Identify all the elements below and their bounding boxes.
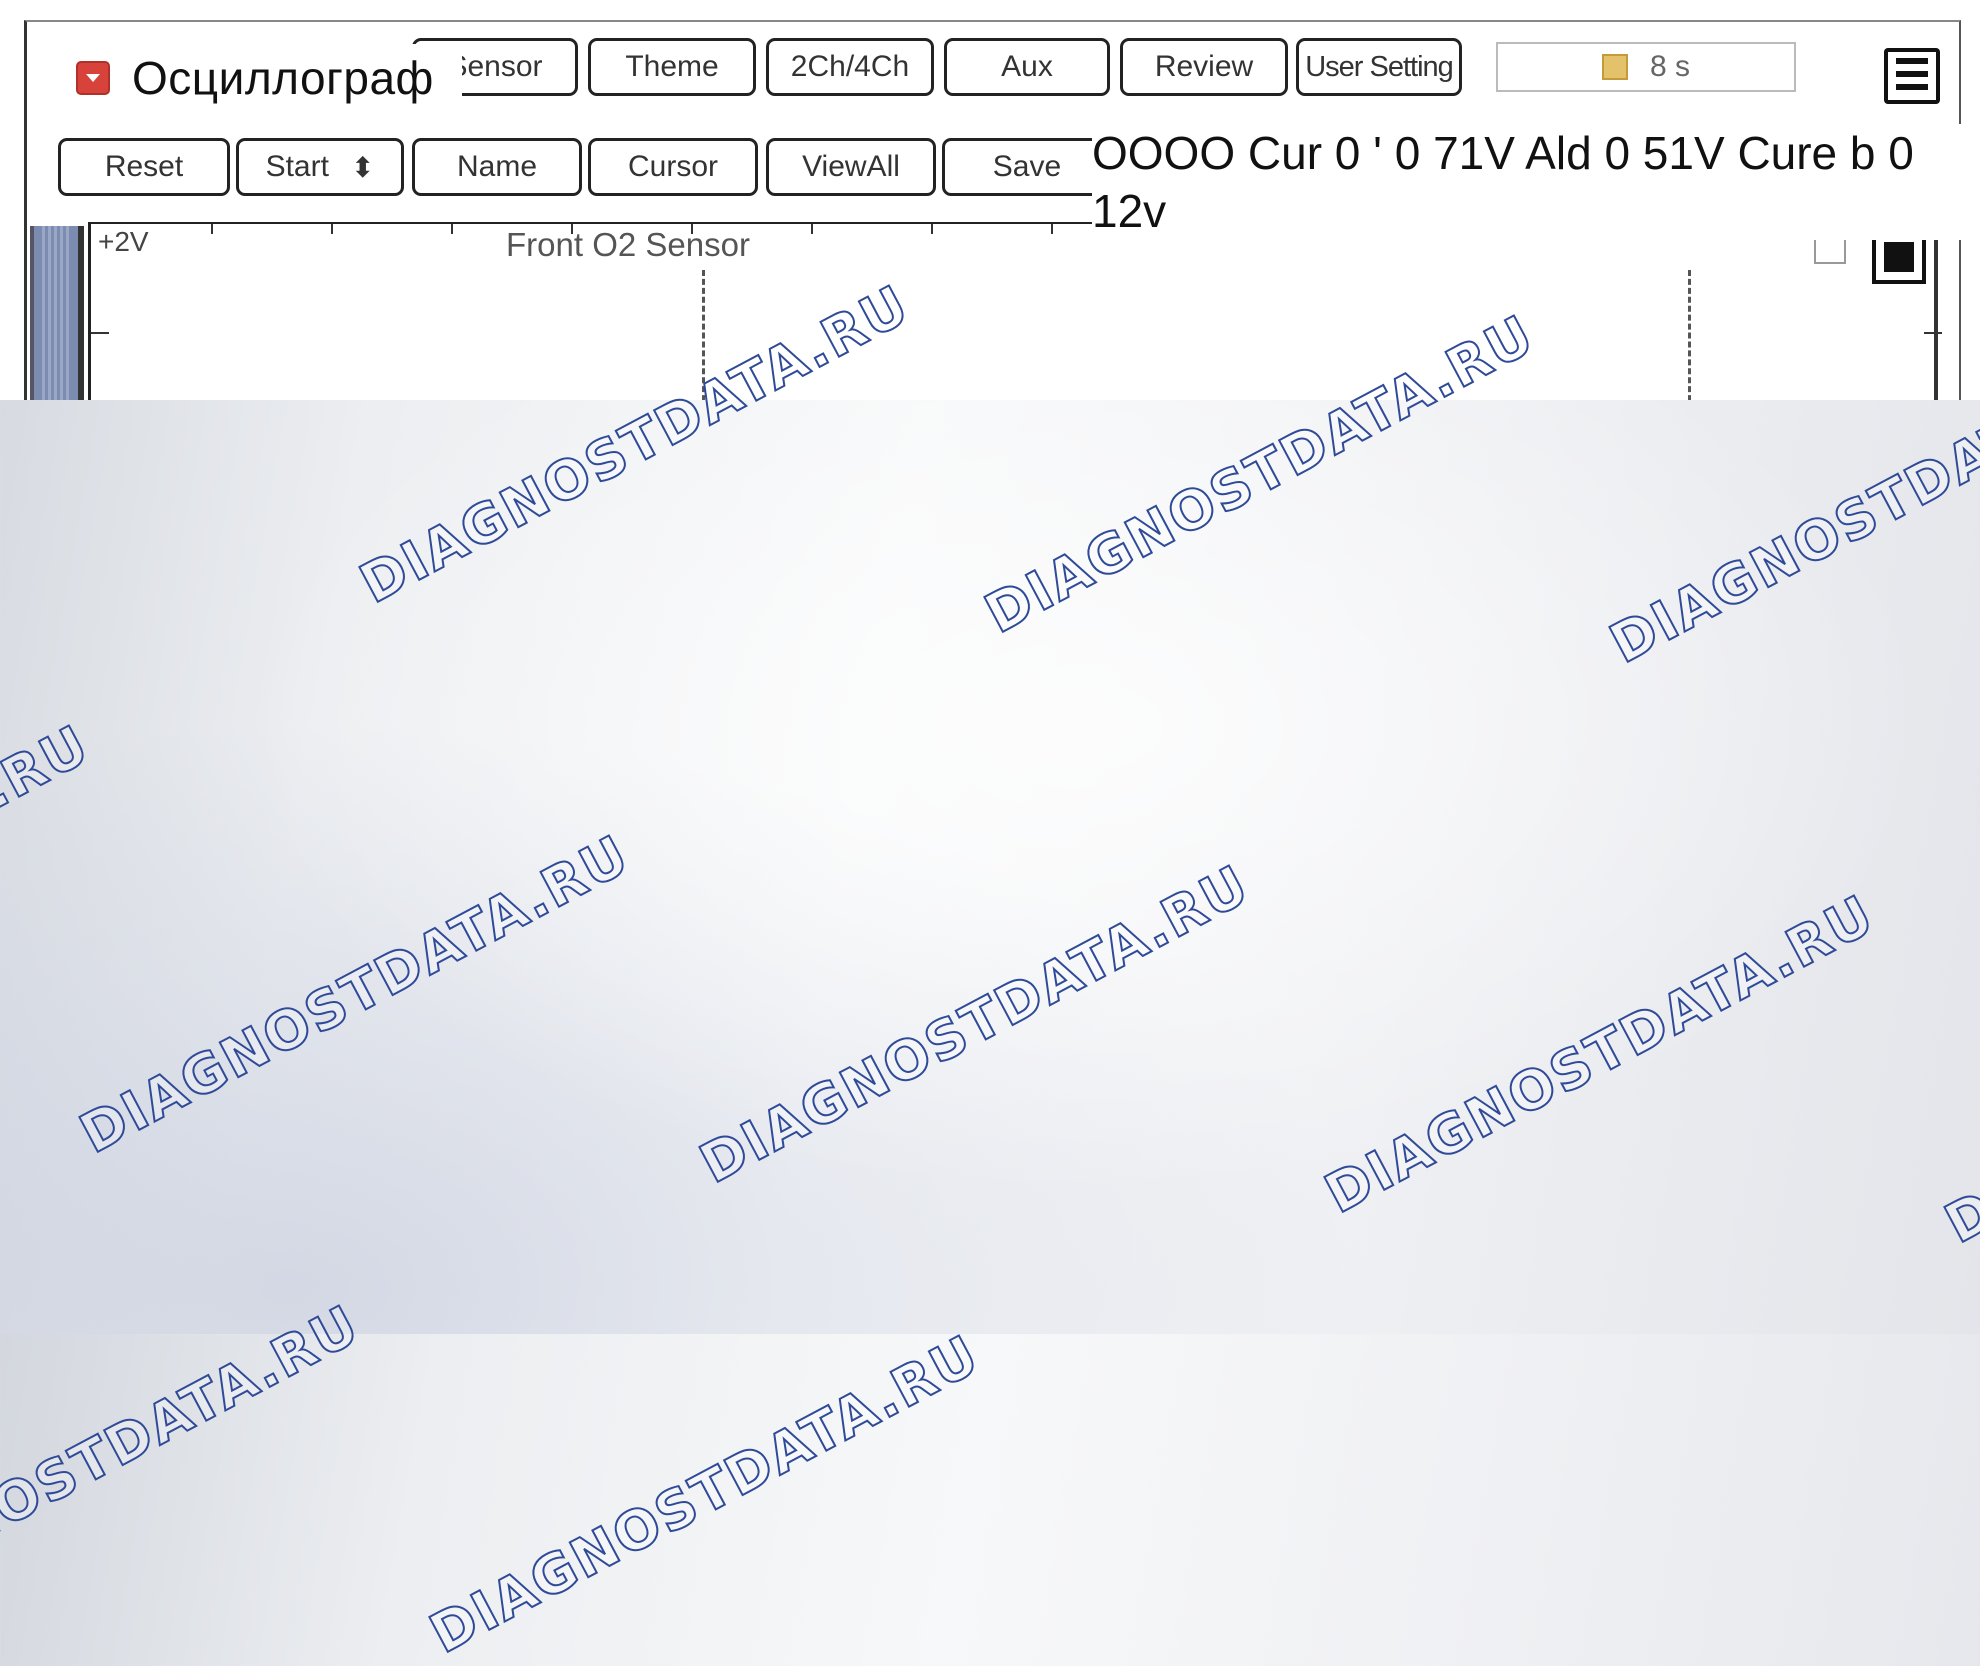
- reset-button[interactable]: Reset: [58, 138, 230, 196]
- review-button[interactable]: Review: [1120, 38, 1288, 96]
- window-title: Осциллограф: [132, 52, 434, 104]
- cursor-button[interactable]: Cursor: [588, 138, 758, 196]
- reset-button-label: Reset: [104, 150, 184, 183]
- channels-button-label: 2Ch/4Ch: [790, 50, 910, 83]
- user-setting-button[interactable]: User Setting: [1296, 38, 1462, 96]
- cursor-button-label: Cursor: [627, 150, 718, 183]
- start-button-label: Start: [265, 150, 329, 183]
- save-button[interactable]: Save: [942, 138, 1112, 196]
- app-menu-icon[interactable]: [76, 61, 110, 95]
- review-button-label: Review: [1154, 50, 1254, 83]
- y-axis-label: +2V: [98, 226, 149, 257]
- x-tick: [811, 224, 813, 234]
- x-tick: [1051, 224, 1053, 234]
- viewall-button[interactable]: ViewAll: [766, 138, 936, 196]
- timer-display: 8 s: [1496, 42, 1796, 92]
- timer-value: 8 s: [1649, 50, 1691, 83]
- cursor-readout: OOOO Cur 0 ' 0 71V Ald 0 51V Cure b 0 12…: [1092, 124, 1980, 240]
- x-tick: [451, 224, 453, 234]
- window-title-bar[interactable]: Осциллограф: [58, 44, 462, 112]
- plot-right-border: [1934, 222, 1938, 400]
- save-button-label: Save: [992, 150, 1062, 183]
- channel-drag-handle[interactable]: [30, 226, 84, 400]
- background: [0, 400, 1980, 1334]
- x-tick: [331, 224, 333, 234]
- theme-button[interactable]: Theme: [588, 38, 756, 96]
- plot-title: Front O2 Sensor: [506, 226, 750, 263]
- theme-button-label: Theme: [625, 50, 719, 83]
- name-button[interactable]: Name: [412, 138, 582, 196]
- aux-button-label: Aux: [1001, 50, 1053, 83]
- hourglass-icon: [1601, 54, 1628, 80]
- oscilloscope-plot[interactable]: [88, 222, 1942, 400]
- watermark: DIAGNOSTDATA.RU: [419, 1322, 991, 1666]
- viewall-button-label: ViewAll: [802, 150, 900, 183]
- app-window: Осциллограф Sensor Theme 2Ch/4Ch Aux Rev…: [0, 0, 1980, 400]
- user-setting-button-label: User Setting: [1305, 50, 1454, 83]
- cursor-line-b[interactable]: [1688, 270, 1691, 400]
- start-button[interactable]: Start ⬍: [236, 138, 404, 196]
- aux-button[interactable]: Aux: [944, 38, 1110, 96]
- y-tick: [1924, 332, 1942, 334]
- spinner-arrows-icon: ⬍: [350, 151, 375, 183]
- x-tick: [211, 224, 213, 234]
- hamburger-menu-icon[interactable]: [1884, 48, 1940, 104]
- name-button-label: Name: [456, 150, 538, 183]
- watermark: DIAGNOSTDATA.RU: [0, 1292, 371, 1637]
- x-tick: [931, 224, 933, 234]
- channels-button[interactable]: 2Ch/4Ch: [766, 38, 934, 96]
- y-tick: [91, 332, 109, 334]
